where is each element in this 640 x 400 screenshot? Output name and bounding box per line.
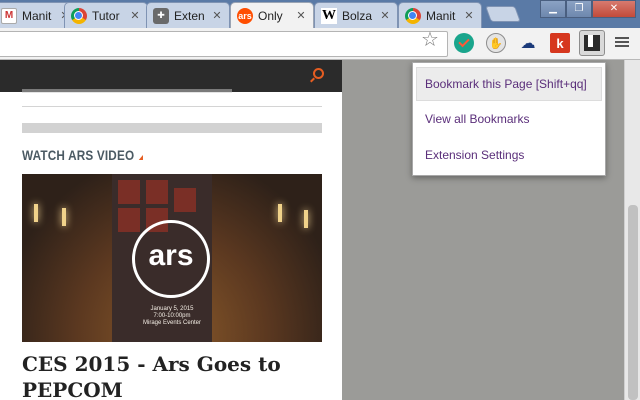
section-title-text: WATCH ARS VIDEO	[22, 147, 135, 163]
ars-icon: ars	[237, 7, 253, 24]
caption-line: January 5, 2015	[150, 306, 194, 312]
page-content: WATCH ARS VIDEO ars January 5, 2015 7:00…	[0, 60, 342, 400]
tab-close-icon[interactable]: ✕	[210, 9, 224, 23]
maximize-icon[interactable]: ❐	[566, 0, 592, 18]
cloud-icon[interactable]: ☁	[518, 33, 538, 53]
bookmark-dropdown: Bookmark this Page [Shift+qq] View all B…	[412, 62, 606, 176]
arrow-icon	[138, 155, 143, 160]
tab-exten[interactable]: ✚ Exten ✕	[146, 2, 230, 28]
tab-title: Bolza	[342, 8, 373, 23]
view-bookmarks-item[interactable]: View all Bookmarks	[413, 101, 605, 137]
caption-line: Mirage Events Center	[142, 320, 202, 326]
menu-icon[interactable]	[614, 35, 630, 51]
section-title[interactable]: WATCH ARS VIDEO	[22, 147, 143, 163]
tab-bolza[interactable]: W Bolza ✕	[314, 2, 398, 28]
window-controls: ▁ ❐ ✕	[540, 0, 636, 18]
video-caption: January 5, 2015 7:00-10:00pm Mirage Even…	[142, 306, 202, 327]
video-thumbnail[interactable]: ars January 5, 2015 7:00-10:00pm Mirage …	[22, 174, 322, 342]
lamp	[304, 210, 308, 228]
wikipedia-icon: W	[321, 7, 337, 24]
search-icon[interactable]	[313, 68, 324, 79]
chrome-icon	[71, 7, 87, 24]
bookmark-page-item[interactable]: Bookmark this Page [Shift+qq]	[416, 67, 602, 101]
close-window-icon[interactable]: ✕	[592, 0, 636, 18]
k-icon[interactable]: k	[550, 33, 570, 53]
ars-logo: ars	[132, 220, 210, 298]
bookmark-star-icon[interactable]: ☆	[421, 29, 439, 51]
section-bar	[22, 123, 322, 133]
caption-line: 7:00-10:00pm	[153, 313, 191, 319]
puzzle-icon: ✚	[153, 7, 169, 24]
tab-title: Manit	[22, 8, 52, 23]
chrome-icon	[405, 7, 421, 24]
tab-close-icon[interactable]: ✕	[128, 9, 142, 23]
lamp	[62, 208, 66, 226]
minimize-icon[interactable]: ▁	[540, 0, 566, 18]
green-check-icon[interactable]	[454, 33, 474, 53]
tab-title: Only	[258, 8, 283, 23]
tab-title: Exten	[174, 8, 205, 23]
tab-close-icon[interactable]: ✕	[462, 9, 476, 23]
extension-settings-item[interactable]: Extension Settings	[413, 137, 605, 173]
browser-toolbar: ☆ ✋ ☁ k	[0, 28, 640, 60]
hand-icon[interactable]: ✋	[486, 33, 506, 53]
lamp	[34, 204, 38, 222]
bookmark-ext-icon[interactable]	[579, 30, 605, 56]
tab-title: Manit	[426, 8, 456, 23]
new-tab-button[interactable]	[485, 6, 521, 22]
tab-only-active[interactable]: ars Only ✕	[230, 2, 314, 28]
tab-close-icon[interactable]: ✕	[294, 9, 308, 23]
gmail-icon: M	[1, 7, 17, 24]
tab-strip: M Manit ✕ Tutor ✕ ✚ Exten ✕ ars Only ✕ W…	[0, 0, 640, 28]
tab-manit-2[interactable]: Manit ✕	[398, 2, 482, 28]
tab-tutor[interactable]: Tutor ✕	[64, 2, 148, 28]
truncated-text	[22, 81, 322, 93]
tab-close-icon[interactable]: ✕	[378, 9, 392, 23]
tab-title: Tutor	[92, 8, 120, 23]
lamp	[278, 204, 282, 222]
scrollbar-thumb[interactable]	[628, 205, 638, 400]
address-bar[interactable]	[0, 31, 448, 57]
article-headline[interactable]: CES 2015 - Ars Goes to PEPCOM	[22, 351, 322, 400]
vertical-scrollbar[interactable]	[624, 60, 640, 400]
divider	[22, 106, 322, 107]
